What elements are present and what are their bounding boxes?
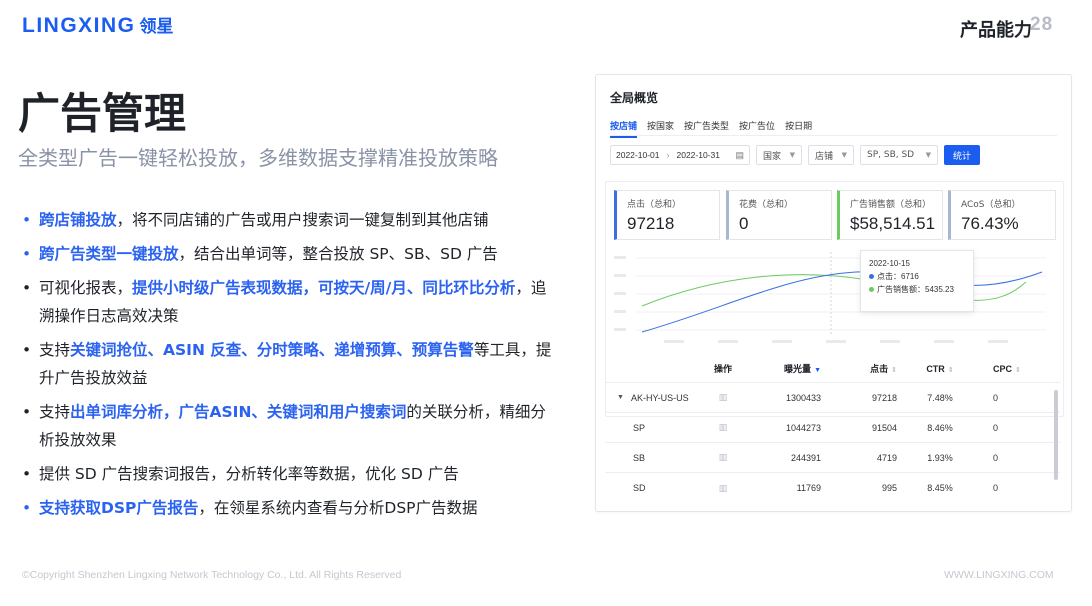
col-ctr[interactable]: CTR ⇕	[905, 364, 975, 374]
bar-chart-icon[interactable]: ▥	[719, 452, 728, 462]
sort-desc-icon[interactable]: ▼	[814, 367, 821, 374]
legend-dot-ad-sales	[869, 287, 874, 293]
statistics-button[interactable]: 统计	[944, 145, 981, 165]
col-clicks[interactable]: 点击 ⇕	[823, 362, 905, 375]
chevron-down-icon: ▼	[841, 151, 847, 159]
feature-item: 跨广告类型一键投放，结合出单词等，整合投放 SP、SB、SD 广告	[22, 240, 557, 268]
sort-icon[interactable]: ⇕	[948, 367, 954, 374]
x-axis-tick-placeholders	[664, 340, 1008, 343]
shop-select[interactable]: 店铺 ▼	[808, 145, 854, 165]
bar-chart-icon[interactable]: ▥	[719, 422, 728, 432]
feature-list: 跨店铺投放，将不同店铺的广告或用户搜索词一键复制到其他店铺 跨广告类型一键投放，…	[22, 206, 557, 528]
y-axis-tick-placeholders	[614, 256, 626, 331]
logo-text-en: LINGXING	[22, 14, 136, 37]
calendar-icon: ▤	[735, 149, 744, 160]
tooltip-date: 2022-10-15	[869, 259, 910, 268]
chart-tooltip: 2022-10-15 点击：6716 广告销售额：5435.23	[860, 250, 974, 312]
date-end: 2022-10-31	[676, 150, 720, 160]
table-scrollbar[interactable]	[1054, 390, 1058, 480]
metric-card-clicks[interactable]: 点击（总和） 97218	[614, 190, 720, 240]
chart-gridlines	[636, 257, 1046, 331]
tabs-divider	[610, 135, 1057, 136]
date-range-picker[interactable]: 2022-10-01 › 2022-10-31 ▤	[610, 145, 750, 165]
ad-overview-panel: 全局概览 按店铺 按国家 按广告类型 按广告位 按日期 2022-10-01 ›…	[595, 74, 1072, 512]
section-title: 产品能力	[960, 20, 1032, 41]
filter-bar: 2022-10-01 › 2022-10-31 ▤ 国家 ▼ 店铺 ▼ SP, SB…	[610, 145, 981, 165]
page-subtitle: 全类型广告一键轻松投放，多维数据支撑精准投放策略	[18, 146, 498, 170]
metric-card-acos[interactable]: ACoS（总和） 76.43%	[948, 190, 1056, 240]
chevron-down-icon: ▼	[925, 151, 931, 159]
page-number: 28	[1030, 14, 1054, 35]
col-operation: 操作	[713, 364, 732, 374]
sort-icon[interactable]: ⇕	[1015, 367, 1021, 374]
table-row[interactable]: SB ▥ 244391 4719 1.93% 0	[605, 443, 1060, 473]
bar-chart-icon[interactable]: ▥	[719, 392, 728, 402]
table-row[interactable]: SD ▥ 11769 995 8.45% 0	[605, 473, 1060, 503]
page-title: 广告管理	[18, 89, 187, 138]
metric-card-ad-sales[interactable]: 广告销售额（总和） $58,514.51	[837, 190, 943, 240]
col-cpc[interactable]: CPC ⇕	[975, 364, 1045, 374]
logo-text-cn: 领星	[139, 17, 174, 37]
series-line-clicks	[641, 271, 1043, 333]
footer-url[interactable]: WWW.LINGXING.COM	[944, 569, 1054, 581]
feature-item: 支持关键词抢位、ASIN 反查、分时策略、递增预算、预算告警等工具，提升广告投放…	[22, 336, 557, 392]
feature-item: 跨店铺投放，将不同店铺的广告或用户搜索词一键复制到其他店铺	[22, 206, 557, 234]
legend-dot-clicks	[869, 274, 874, 280]
col-impressions[interactable]: 曝光量 ▼	[741, 362, 823, 375]
chevron-right-icon: ›	[666, 150, 670, 160]
date-start: 2022-10-01	[616, 150, 660, 160]
feature-item: 支持出单词库分析，广告ASIN、关键词和用户搜索词的关联分析，精细分析投放效果	[22, 398, 557, 454]
lingxing-logo: LINGXING 领星	[22, 12, 174, 38]
caret-down-icon[interactable]: ▼	[617, 394, 624, 401]
performance-table: 操作 曝光量 ▼ 点击 ⇕ CTR ⇕ CPC ⇕ ▼ AK-HY-US-US ▥ 130…	[605, 355, 1060, 503]
table-row[interactable]: ▼ AK-HY-US-US ▥ 1300433 97218 7.48% 0	[605, 383, 1060, 413]
chevron-down-icon: ▼	[789, 151, 795, 159]
feature-item: 支持获取DSP广告报告，在领星系统内查看与分析DSP广告数据	[22, 494, 557, 522]
table-row[interactable]: SP ▥ 1044273 91504 8.46% 0	[605, 413, 1060, 443]
feature-item: 提供 SD 广告搜索词报告，分析转化率等数据，优化 SD 广告	[22, 460, 557, 488]
metric-card-spend[interactable]: 花费（总和） 0	[726, 190, 832, 240]
footer-copyright: ©Copyright Shenzhen Lingxing Network Tec…	[22, 569, 402, 581]
country-select[interactable]: 国家 ▼	[756, 145, 802, 165]
table-header: 操作 曝光量 ▼ 点击 ⇕ CTR ⇕ CPC ⇕	[605, 355, 1060, 383]
ad-type-select[interactable]: SP, SB, SD ▼	[860, 145, 938, 165]
trend-chart	[614, 252, 1046, 343]
panel-title: 全局概览	[610, 91, 659, 105]
feature-item: 可视化报表，提供小时级广告表现数据，可按天/周/月、同比环比分析，追溯操作日志高…	[22, 274, 557, 330]
bar-chart-icon[interactable]: ▥	[719, 483, 728, 493]
sort-icon[interactable]: ⇕	[891, 367, 897, 374]
